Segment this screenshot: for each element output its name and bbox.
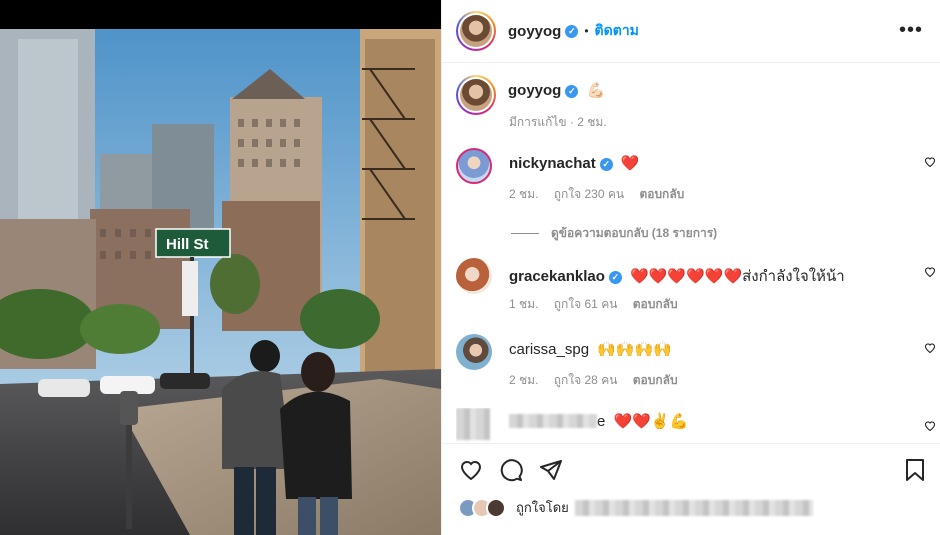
- comment-text: ❤️: [620, 155, 640, 172]
- author-username[interactable]: goyyog: [508, 23, 561, 40]
- bookmark-icon[interactable]: [904, 458, 926, 482]
- liked-by-label: ถูกใจโดย: [516, 500, 569, 515]
- comment-avatar[interactable]: [456, 148, 492, 184]
- comment-time[interactable]: 1 ชม.: [509, 297, 538, 311]
- comment-time[interactable]: 2 ชม.: [509, 373, 538, 387]
- verified-badge-icon: ✓: [599, 158, 613, 171]
- caption-username[interactable]: goyyog: [508, 82, 561, 99]
- comment-meta: 1 ชม. ถูกใจ 61 คน ตอบกลับ: [509, 295, 690, 314]
- comment-username-suffix: e: [597, 413, 606, 430]
- more-horizontal-icon[interactable]: •••: [899, 20, 923, 40]
- follow-button[interactable]: ติดตาม: [595, 20, 639, 42]
- comment-avatar[interactable]: [456, 408, 490, 440]
- view-replies-label: ดูข้อความตอบกลับ (18 รายการ): [551, 226, 718, 240]
- like-comment-heart-icon[interactable]: [924, 266, 936, 278]
- comment-likes[interactable]: ถูกใจ 28 คน: [554, 373, 618, 387]
- post-actions-bar: [442, 443, 940, 493]
- post-header: goyyog ✓ • ติดตาม •••: [442, 0, 940, 63]
- caption-text: 💪🏻: [586, 82, 606, 99]
- reply-button[interactable]: ตอบกลับ: [633, 373, 678, 387]
- comment-username[interactable]: nickynachat: [509, 155, 596, 172]
- like-comment-heart-icon[interactable]: [924, 156, 936, 168]
- verified-badge-icon: ✓: [565, 85, 579, 98]
- comment-avatar[interactable]: [456, 334, 492, 370]
- comment-item: carissa_spg 🙌🙌🙌🙌 2 ชม. ถูกใจ 28 คน ตอบกล…: [456, 334, 936, 394]
- verified-badge-icon: ✓: [608, 271, 622, 284]
- like-comment-heart-icon[interactable]: [924, 420, 936, 432]
- view-replies-button[interactable]: ดูข้อความตอบกลับ (18 รายการ): [511, 224, 717, 243]
- comment-text: ❤️❤️❤️❤️❤️❤️ส่งกำลังใจให้น้า: [630, 268, 845, 285]
- comment-text: ❤️❤️✌️💪: [613, 413, 689, 430]
- comment-item: e ❤️❤️✌️💪: [456, 408, 936, 444]
- comment-meta: 2 ชม. ถูกใจ 28 คน ตอบกลับ: [509, 371, 690, 390]
- liked-by-avatars[interactable]: [458, 497, 510, 518]
- like-comment-heart-icon[interactable]: [924, 342, 936, 354]
- replies-divider: [511, 233, 539, 234]
- comment-item: gracekanklao ✓ ❤️❤️❤️❤️❤️❤️ส่งกำลังใจให้น…: [456, 258, 936, 318]
- blurred-liked-by-names: [574, 499, 813, 516]
- instagram-post-modal: Hill St goyyog ✓ • ติดตาม ••• goyyog ✓ 💪…: [0, 0, 940, 535]
- blurred-username: [509, 414, 597, 428]
- comment-icon[interactable]: [499, 458, 523, 482]
- street-sign: Hill St: [166, 236, 209, 253]
- comment-time[interactable]: 2 ชม.: [509, 187, 538, 201]
- comment-text: 🙌🙌🙌🙌: [597, 341, 672, 358]
- comment-likes[interactable]: ถูกใจ 230 คน: [554, 187, 624, 201]
- comment-username[interactable]: gracekanklao: [509, 268, 605, 285]
- comment-meta: 2 ชม. ถูกใจ 230 คน ตอบกลับ: [509, 185, 696, 204]
- verified-badge-icon: ✓: [565, 24, 579, 38]
- post-sidebar: goyyog ✓ • ติดตาม ••• goyyog ✓ 💪🏻 มีการแก…: [441, 0, 940, 535]
- reply-button[interactable]: ตอบกลับ: [633, 297, 678, 311]
- caption-avatar[interactable]: [456, 75, 496, 115]
- reply-button[interactable]: ตอบกลับ: [639, 187, 684, 201]
- liked-by-row: ถูกใจโดย: [458, 497, 813, 518]
- like-heart-icon[interactable]: [458, 458, 484, 482]
- post-media: Hill St: [0, 0, 441, 535]
- author-avatar[interactable]: [456, 11, 496, 51]
- comment-likes[interactable]: ถูกใจ 61 คน: [554, 297, 618, 311]
- comment-username[interactable]: carissa_spg: [509, 341, 589, 358]
- post-caption: goyyog ✓ 💪🏻 มีการแก้ไข · 2 ชม.: [456, 75, 607, 129]
- post-photo[interactable]: Hill St: [0, 29, 441, 535]
- comment-item: nickynachat ✓ ❤️ 2 ชม. ถูกใจ 230 คน ตอบกล…: [456, 148, 936, 208]
- separator-dot: •: [584, 24, 589, 38]
- caption-meta: มีการแก้ไข · 2 ชม.: [509, 115, 607, 129]
- share-send-icon[interactable]: [539, 458, 563, 482]
- comment-avatar[interactable]: [456, 258, 492, 294]
